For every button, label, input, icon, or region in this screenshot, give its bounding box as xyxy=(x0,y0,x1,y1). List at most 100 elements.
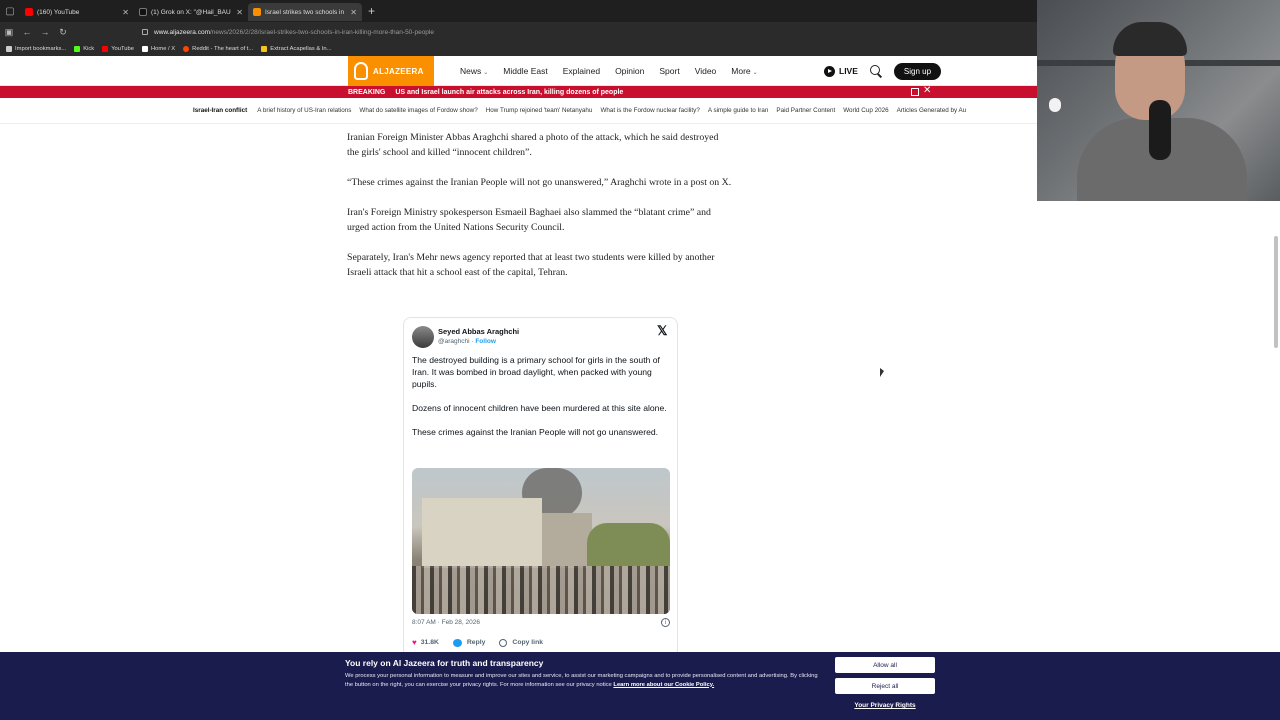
signup-button[interactable]: Sign up xyxy=(893,62,942,80)
topic-link[interactable]: A brief history of US-Iran relations xyxy=(257,107,351,114)
sidebar-icon[interactable]: ▣ xyxy=(0,27,18,38)
bookmark-icon xyxy=(6,46,12,52)
breaking-news-bar[interactable]: BREAKING US and Israel launch air attack… xyxy=(0,85,1037,98)
consent-text: We process your personal information to … xyxy=(345,672,825,689)
bookmark-item[interactable]: Reddit - The heart of t... xyxy=(183,46,253,52)
embedded-tweet[interactable]: Seyed Abbas Araghchi @araghchi · Follow … xyxy=(403,317,678,657)
topics-label[interactable]: Israel-Iran conflict xyxy=(193,107,247,114)
tweet-author-name[interactable]: Seyed Abbas Araghchi xyxy=(438,327,519,336)
reload-icon[interactable]: ↻ xyxy=(54,27,72,38)
site-logo[interactable]: ALJAZEERA xyxy=(348,56,434,86)
close-icon[interactable]: ✕ xyxy=(923,85,931,96)
article-paragraph: Iranian Foreign Minister Abbas Araghchi … xyxy=(347,132,719,158)
x-logo-icon[interactable]: 𝕏 xyxy=(657,323,667,339)
breaking-label: BREAKING xyxy=(348,88,386,96)
tweet-paragraph: The destroyed building is a primary scho… xyxy=(412,355,660,389)
bookmark-label: Import bookmarks... xyxy=(15,46,67,52)
tweet-timestamp[interactable]: 8:07 AM · Feb 28, 2026 xyxy=(412,619,480,626)
page-scrollbar[interactable] xyxy=(1274,236,1278,348)
topic-link[interactable]: A simple guide to Iran xyxy=(708,107,769,114)
tab-grok[interactable]: (1) Grok on X: "@Hail_BAU @Lu ✕ xyxy=(134,3,248,21)
url-host: www.aljazeera.com xyxy=(154,28,210,36)
youtube-favicon-icon xyxy=(25,8,33,16)
heart-icon[interactable]: ♥ xyxy=(412,638,417,647)
reject-all-button[interactable]: Reject all xyxy=(835,678,935,694)
bookmark-label: Home / X xyxy=(150,46,176,52)
topic-link[interactable]: What is the Fordow nuclear facility? xyxy=(600,107,699,114)
tweet-paragraph: These crimes against the Iranian People … xyxy=(412,427,659,437)
tab-title: Israel strikes two schools in Iran xyxy=(265,8,346,16)
close-tab-icon[interactable]: ✕ xyxy=(236,8,243,17)
reply-button[interactable]: Reply xyxy=(467,639,486,646)
webcam-lamp xyxy=(1049,98,1061,112)
bookmark-label: YouTube xyxy=(111,46,134,52)
main-nav: News ⌄ Middle East Explained Opinion Spor… xyxy=(460,56,773,86)
forward-icon[interactable]: → xyxy=(36,27,54,37)
bookmark-item[interactable]: YouTube xyxy=(102,46,134,52)
nav-sport[interactable]: Sport xyxy=(659,66,679,76)
back-icon[interactable]: ← xyxy=(18,27,36,37)
x-icon xyxy=(141,46,148,52)
play-icon xyxy=(824,65,835,77)
url-field[interactable]: www.aljazeera.com /news/2026/2/28/israel… xyxy=(142,29,434,36)
nav-video[interactable]: Video xyxy=(695,66,717,76)
youtube-icon xyxy=(102,46,109,52)
avatar[interactable] xyxy=(412,326,434,348)
topic-link[interactable]: World Cup 2026 xyxy=(843,107,888,114)
extract-icon xyxy=(261,46,268,52)
info-icon[interactable]: i xyxy=(661,618,670,627)
close-tab-icon[interactable]: ✕ xyxy=(350,8,357,17)
like-count[interactable]: 31.8K xyxy=(421,639,439,646)
privacy-rights-link[interactable]: Your Privacy Rights xyxy=(835,702,935,709)
allow-all-button[interactable]: Allow all xyxy=(835,657,935,673)
nav-news[interactable]: News ⌄ xyxy=(460,66,488,76)
nav-explained[interactable]: Explained xyxy=(563,66,600,76)
tweet-handle[interactable]: @araghchi xyxy=(438,338,470,345)
article-body: Iranian Foreign Minister Abbas Araghchi … xyxy=(347,130,732,295)
tab-youtube[interactable]: (160) YouTube ✕ xyxy=(20,3,134,21)
bookmark-item[interactable]: Kick xyxy=(74,46,94,52)
bookmark-item[interactable]: Home / X xyxy=(141,46,176,52)
pause-icon[interactable] xyxy=(911,88,919,96)
nav-middle-east[interactable]: Middle East xyxy=(503,66,547,76)
reply-icon[interactable] xyxy=(452,638,462,647)
photo-trees xyxy=(587,523,670,568)
nav-label: More xyxy=(731,66,751,76)
aljazeera-emblem-icon xyxy=(354,62,368,80)
consent-title: You rely on Al Jazeera for truth and tra… xyxy=(345,658,544,668)
tab-aljazeera[interactable]: Israel strikes two schools in Iran ✕ xyxy=(248,3,362,21)
chevron-down-icon: ⌄ xyxy=(483,70,489,76)
kick-icon xyxy=(74,46,81,52)
photo-crowd xyxy=(412,566,670,614)
search-icon[interactable] xyxy=(869,65,882,77)
header-actions: LIVE Sign up xyxy=(824,56,942,86)
webcam-microphone xyxy=(1149,100,1171,160)
lock-icon xyxy=(142,29,148,35)
cookie-policy-link[interactable]: Learn more about our Cookie Policy. xyxy=(613,682,714,688)
copy-link-button[interactable]: Copy link xyxy=(512,639,543,646)
tab-list-icon[interactable]: ▢ xyxy=(0,0,20,22)
topic-link[interactable]: Articles Generated by Au xyxy=(897,107,967,114)
photo-building xyxy=(542,513,592,568)
nav-opinion[interactable]: Opinion xyxy=(615,66,644,76)
breaking-headline[interactable]: US and Israel launch air attacks across … xyxy=(395,89,623,96)
tab-title: (1) Grok on X: "@Hail_BAU @Lu xyxy=(151,8,232,16)
bookmark-item[interactable]: Extract Acapellas & In... xyxy=(261,46,331,52)
tweet-paragraph: Dozens of innocent children have been mu… xyxy=(412,403,667,413)
topic-link[interactable]: Paid Partner Content xyxy=(776,107,835,114)
nav-more[interactable]: More ⌄ xyxy=(731,66,757,76)
bookmark-item[interactable]: Import bookmarks... xyxy=(6,46,66,52)
site-header: ALJAZEERA News ⌄ Middle East Explained Op… xyxy=(0,56,1037,86)
topic-link[interactable]: How Trump rejoined 'team' Netanyahu xyxy=(486,107,593,114)
consent-body: We process your personal information to … xyxy=(345,673,818,688)
topic-link[interactable]: What do satellite images of Fordow show? xyxy=(359,107,477,114)
new-tab-button[interactable]: + xyxy=(368,4,375,18)
link-icon[interactable] xyxy=(499,638,508,647)
live-button[interactable]: LIVE xyxy=(824,65,858,77)
follow-button[interactable]: Follow xyxy=(475,338,496,345)
article-paragraph: Iran's Foreign Ministry spokesperson Esm… xyxy=(347,207,711,233)
address-bar: ▣ ← → ↻ www.aljazeera.com /news/2026/2/2… xyxy=(0,22,1040,42)
tweet-photo[interactable] xyxy=(412,468,670,614)
cookie-consent-banner: You rely on Al Jazeera for truth and tra… xyxy=(0,652,1280,720)
close-tab-icon[interactable]: ✕ xyxy=(122,8,129,17)
